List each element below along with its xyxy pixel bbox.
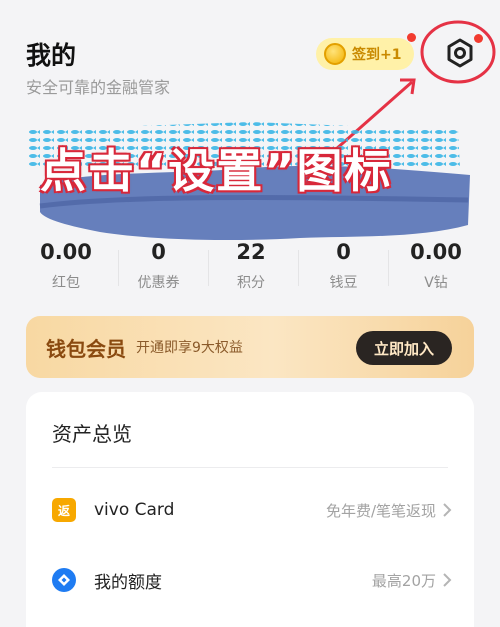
chevron-right-icon [443,503,452,517]
stats-row: 0.00 红包 0 优惠券 22 积分 0 钱豆 0.00 V钻 [26,240,476,300]
page-subtitle: 安全可靠的金融管家 [26,78,171,97]
stat-value: 0.00 [40,240,92,264]
settings-hex-icon [447,38,473,68]
divider [52,467,448,468]
list-item-label: vivo Card [94,500,175,520]
list-item-vivo-card[interactable]: 返 vivo Card 免年费/笔笔返现 [52,492,452,528]
stat-value: 0 [151,240,166,264]
page-title: 我的 [26,41,77,70]
stat-coupons[interactable]: 0 优惠券 [119,240,199,300]
join-now-button[interactable]: 立即加入 [356,331,452,365]
divider [118,250,119,286]
list-item-trailing: 免年费/笔笔返现 [326,500,452,521]
stat-value: 0.00 [410,240,462,264]
cashback-card-icon: 返 [52,498,76,522]
stat-label: V钻 [424,275,448,291]
stat-v-diamond[interactable]: 0.00 V钻 [396,240,476,300]
stat-label: 优惠券 [137,275,180,291]
stat-red-packet[interactable]: 0.00 红包 [26,240,106,300]
checkin-label: 签到+1 [352,47,402,63]
wallet-member-banner[interactable]: 钱包会员 开通即享9大权益 立即加入 [26,316,474,378]
wallet-me-page: 我的 安全可靠的金融管家 签到+1 点击“设置”图标 0.00 红包 0 优惠券… [0,0,500,627]
list-item-trailing: 最高20万 [372,570,452,591]
annotation-instruction-text: 点击“设置”图标 [40,144,393,198]
divider [298,250,299,286]
checkin-notification-dot [407,33,416,42]
member-title: 钱包会员 [46,336,126,361]
member-description: 开通即享9大权益 [136,340,243,356]
credit-limit-icon [52,568,76,592]
list-item-note: 免年费/笔笔返现 [325,501,436,520]
coin-icon [324,43,346,65]
divider [208,250,209,286]
asset-overview-title: 资产总览 [52,422,132,446]
settings-button[interactable] [440,36,480,72]
list-item-note: 最高20万 [371,571,436,590]
settings-notification-dot [474,34,483,43]
chevron-right-icon [443,573,452,587]
stat-label: 钱豆 [329,275,358,291]
asset-overview-card: 资产总览 返 vivo Card 免年费/笔笔返现 我的额度 最高20万 [26,392,474,627]
divider [388,250,389,286]
stat-label: 红包 [52,275,80,291]
stat-beans[interactable]: 0 钱豆 [304,240,384,300]
list-item-label: 我的额度 [94,572,162,593]
stat-value: 22 [236,240,266,264]
stat-label: 积分 [237,275,265,291]
list-item-my-credit[interactable]: 我的额度 最高20万 [52,562,452,598]
stat-value: 0 [336,240,351,264]
checkin-button[interactable]: 签到+1 [316,38,414,70]
stat-points[interactable]: 22 积分 [211,240,291,300]
